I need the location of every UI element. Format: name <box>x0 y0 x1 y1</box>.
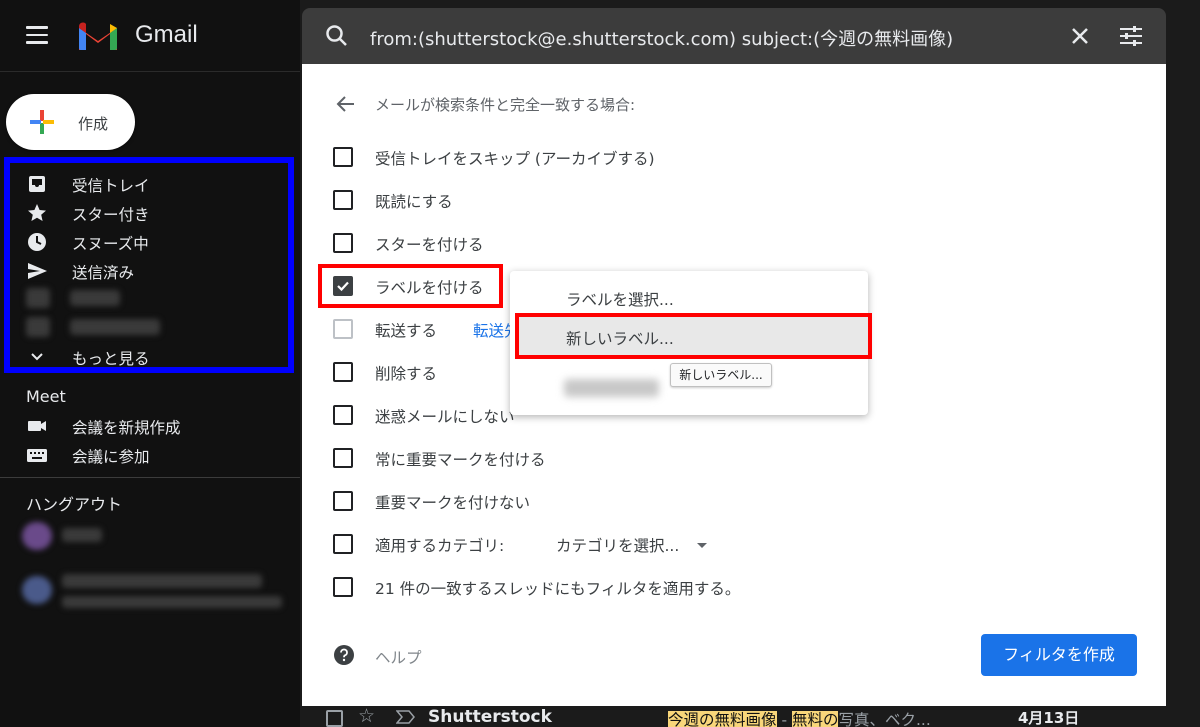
main-menu-icon[interactable] <box>26 26 48 44</box>
star-icon[interactable]: ☆ <box>358 706 375 727</box>
checkbox[interactable] <box>333 448 353 468</box>
new-label-annotation <box>515 313 872 359</box>
blurred-avatar <box>22 576 52 604</box>
checkbox[interactable] <box>333 147 353 167</box>
tune-icon[interactable] <box>1118 24 1144 48</box>
top-bar: Gmail <box>0 0 300 72</box>
option-label: 適用するカテゴリ: <box>375 537 505 555</box>
search-icon[interactable] <box>324 23 350 49</box>
option-label: スターを付ける <box>375 236 484 254</box>
email-subject: 今週の無料画像 - 無料の写真、ベク... <box>668 708 931 727</box>
subject-separator: - <box>776 711 792 727</box>
filter-option-apply-existing[interactable]: 21 件の一致するスレッドにもフィルタを適用する。 <box>333 575 853 599</box>
keyboard-icon <box>27 449 47 462</box>
tooltip: 新しいラベル... <box>670 363 772 387</box>
plus-icon <box>30 110 54 134</box>
sidebar-item-label: 送信済み <box>72 264 135 282</box>
email-sender: Shutterstock <box>428 707 552 727</box>
filter-option-mark-read[interactable]: 既読にする <box>333 188 853 212</box>
option-label: 迷惑メールにしない <box>375 408 515 426</box>
checkbox[interactable] <box>333 534 353 554</box>
sidebar-item-label: もっと見る <box>72 350 150 368</box>
filter-heading: メールが検索条件と完全一致する場合: <box>375 96 636 114</box>
search-bar[interactable]: from:(shutterstock@e.shutterstock.com) s… <box>302 8 1166 64</box>
meet-join-meeting[interactable]: 会議に参加 <box>26 442 286 468</box>
star-icon <box>28 204 46 221</box>
option-label: 重要マークを付けない <box>375 494 531 512</box>
compose-button[interactable]: 作成 <box>6 94 135 150</box>
inbox-icon <box>29 176 45 192</box>
sidebar-item-more[interactable]: もっと見る <box>26 344 286 370</box>
compose-label: 作成 <box>78 115 109 133</box>
checkbox-disabled[interactable] <box>333 319 353 339</box>
back-arrow-icon[interactable] <box>334 94 356 114</box>
blurred-label-icon <box>26 288 50 308</box>
meet-title: Meet <box>26 387 66 406</box>
email-row[interactable]: ☆ Shutterstock 今週の無料画像 - 無料の写真、ベク... 4月1… <box>300 706 1200 727</box>
option-label: ラベルを付ける <box>375 279 484 297</box>
subject-highlight: 今週の無料画像 <box>668 711 777 727</box>
help-icon[interactable] <box>333 644 355 666</box>
sidebar-item-snoozed[interactable]: スヌーズ中 <box>26 229 286 255</box>
filter-option-never-important[interactable]: 重要マークを付けない <box>333 489 853 513</box>
meet-new-meeting[interactable]: 会議を新規作成 <box>26 413 286 439</box>
close-icon[interactable] <box>1068 24 1092 48</box>
search-input[interactable]: from:(shutterstock@e.shutterstock.com) s… <box>370 25 953 51</box>
clock-icon <box>28 233 46 251</box>
sidebar-item-inbox[interactable]: 受信トレイ <box>26 171 286 197</box>
meet-new-label: 会議を新規作成 <box>72 419 181 437</box>
blurred-label <box>70 319 160 335</box>
dropdown-arrow-icon[interactable] <box>697 543 707 548</box>
blurred-menu-item[interactable] <box>564 379 659 397</box>
filter-option-skip-inbox[interactable]: 受信トレイをスキップ (アーカイブする) <box>333 145 853 169</box>
option-label: 転送する <box>375 322 438 340</box>
email-snippet: 写真、ベク... <box>838 711 931 727</box>
checkbox[interactable] <box>333 405 353 425</box>
blurred-contact <box>62 574 262 588</box>
help-link[interactable]: ヘルプ <box>375 646 422 668</box>
app-name: Gmail <box>135 21 198 48</box>
sidebar-item-label: スター付き <box>72 206 150 224</box>
option-label: 既読にする <box>375 193 453 211</box>
filter-option-category[interactable]: 適用するカテゴリ: カテゴリを選択... <box>333 532 853 556</box>
create-filter-button[interactable]: フィルタを作成 <box>981 634 1137 676</box>
important-marker-icon[interactable] <box>396 710 416 724</box>
checkbox[interactable] <box>333 491 353 511</box>
hangouts-title: ハングアウト <box>26 495 123 514</box>
chevron-down-icon <box>31 353 43 361</box>
option-label: 常に重要マークを付ける <box>375 451 546 469</box>
checkbox-checked[interactable] <box>333 276 353 296</box>
checkbox[interactable] <box>333 577 353 597</box>
option-label: 受信トレイをスキップ (アーカイブする) <box>375 150 655 168</box>
filter-option-star[interactable]: スターを付ける <box>333 231 853 255</box>
meet-join-label: 会議に参加 <box>72 448 150 466</box>
option-label: 21 件の一致するスレッドにもフィルタを適用する。 <box>375 580 741 598</box>
check-icon <box>337 281 349 292</box>
send-icon <box>28 263 47 279</box>
option-label: 削除する <box>375 365 438 383</box>
blurred-label-icon <box>26 317 50 337</box>
sidebar-item-label: スヌーズ中 <box>72 235 149 253</box>
category-dropdown[interactable]: カテゴリを選択... <box>556 534 679 556</box>
filter-option-always-important[interactable]: 常に重要マークを付ける <box>333 446 853 470</box>
blurred-avatar <box>22 522 52 550</box>
checkbox[interactable] <box>333 190 353 210</box>
checkbox[interactable] <box>333 362 353 382</box>
email-date: 4月13日 <box>1018 709 1080 727</box>
row-checkbox[interactable] <box>326 710 343 727</box>
snippet-highlight: 無料の <box>791 711 839 727</box>
video-camera-icon <box>28 421 46 431</box>
sidebar-item-label: 受信トレイ <box>72 177 150 195</box>
sidebar-item-starred[interactable]: スター付き <box>26 200 286 226</box>
sidebar-divider <box>0 477 300 478</box>
blurred-contact <box>62 528 102 542</box>
menu-item-choose-label[interactable]: ラベルを選択... <box>566 288 674 310</box>
sidebar-item-sent[interactable]: 送信済み <box>26 258 286 284</box>
checkbox[interactable] <box>333 233 353 253</box>
gmail-logo-icon[interactable] <box>76 20 120 52</box>
blurred-label <box>70 290 120 306</box>
blurred-contact <box>62 596 282 608</box>
